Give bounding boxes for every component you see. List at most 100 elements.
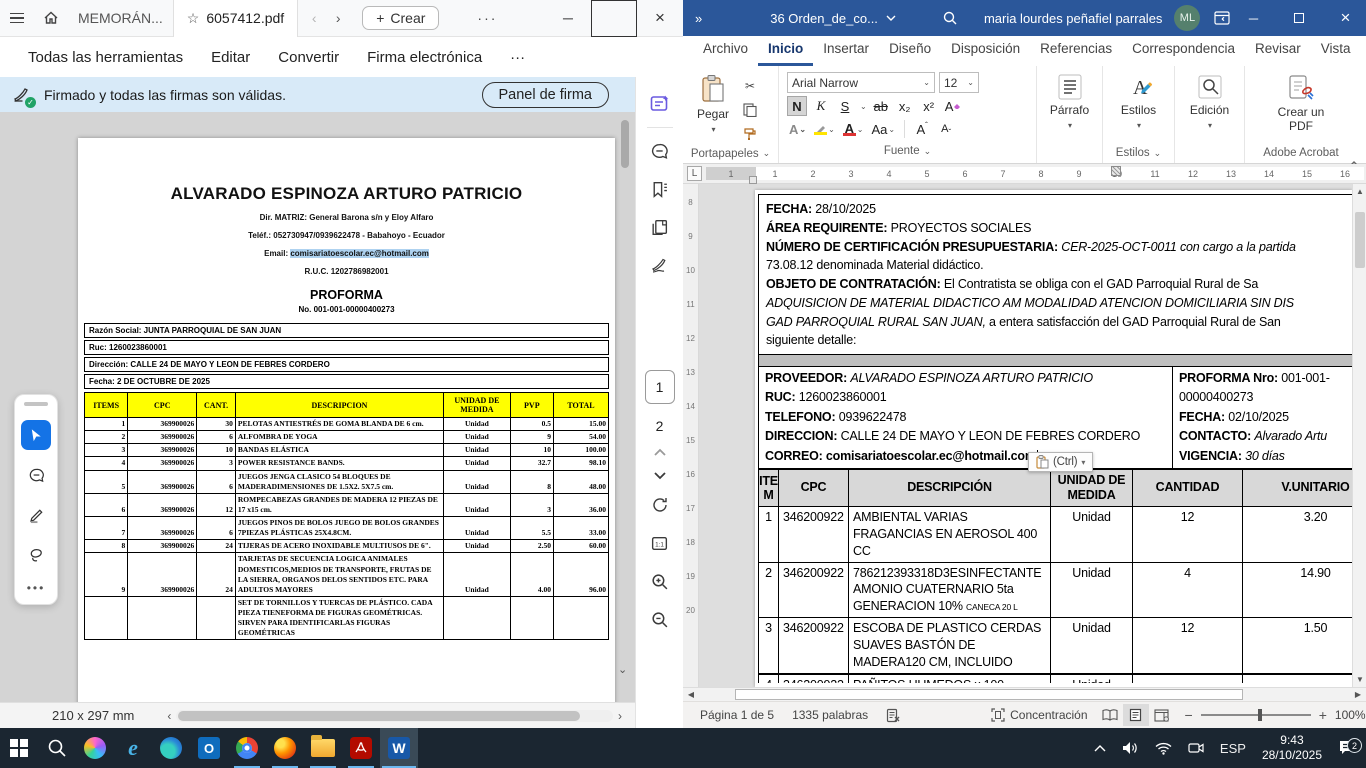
- font-color-button[interactable]: A⌄: [841, 119, 866, 139]
- paste-options-button[interactable]: (Ctrl) ▾: [1028, 452, 1093, 472]
- palette-more-icon[interactable]: •••: [27, 581, 46, 595]
- volume-icon[interactable]: [1114, 741, 1147, 755]
- pdf-scrollbar-thumb[interactable]: [621, 120, 629, 168]
- read-mode-icon[interactable]: [1097, 704, 1123, 726]
- styles-button[interactable]: A Estilos▾: [1113, 70, 1165, 132]
- underline-caret-icon[interactable]: ⌄: [860, 102, 867, 111]
- nav-back-icon[interactable]: ‹: [302, 10, 326, 26]
- wifi-icon[interactable]: [1147, 742, 1180, 755]
- tab-active-pdf[interactable]: ☆ 6057412.pdf: [173, 0, 298, 37]
- language-indicator[interactable]: ESP: [1212, 741, 1254, 756]
- word-ribbon-tab[interactable]: Inicio: [758, 36, 813, 66]
- word-doc-title[interactable]: 36 Orden_de_co...: [770, 11, 896, 26]
- word-ribbon-tab[interactable]: Archivo: [693, 36, 758, 66]
- acrobat-taskbar-button[interactable]: [342, 728, 380, 768]
- document-paragraphs[interactable]: FECHA: 28/10/2025ÁREA REQUIRENTE: PROYEC…: [758, 194, 1352, 355]
- strikethrough-button[interactable]: ab: [871, 96, 891, 116]
- edge-button[interactable]: [152, 728, 190, 768]
- word-ribbon-tab[interactable]: Vista: [1311, 36, 1361, 66]
- tab-stop-selector[interactable]: L: [687, 166, 702, 181]
- cut-icon[interactable]: ✂: [739, 76, 761, 96]
- acrobat-menu-item[interactable]: ···: [496, 49, 539, 66]
- print-layout-icon[interactable]: [1123, 704, 1149, 726]
- ribbon-display-options-icon[interactable]: [1214, 11, 1230, 25]
- draw-lasso-icon[interactable]: [21, 540, 51, 570]
- web-layout-icon[interactable]: [1149, 704, 1175, 726]
- zoom-level-label[interactable]: 100%: [1335, 708, 1366, 722]
- horizontal-ruler[interactable]: L 1 12345678910111213141516: [683, 164, 1366, 184]
- titlebar-more-icon[interactable]: ···: [477, 10, 497, 26]
- taskbar-search-button[interactable]: [38, 728, 76, 768]
- acrobat-maximize-button[interactable]: [591, 0, 637, 37]
- focus-mode-button[interactable]: Concentración: [982, 708, 1096, 722]
- next-page-icon[interactable]: [653, 471, 667, 480]
- word-horizontal-scrollbar[interactable]: ◀ ▶: [683, 687, 1366, 701]
- font-size-combobox[interactable]: 12⌄: [939, 72, 979, 93]
- copy-icon[interactable]: [739, 100, 761, 120]
- zoom-in-icon[interactable]: [643, 564, 677, 598]
- current-page-box[interactable]: 1: [645, 370, 675, 404]
- word-scrollbar-thumb[interactable]: [1355, 212, 1365, 268]
- star-icon[interactable]: ☆: [187, 10, 200, 27]
- home-icon[interactable]: [34, 0, 68, 37]
- chrome-button[interactable]: [228, 728, 266, 768]
- word-hscroll-left-icon[interactable]: ◀: [683, 690, 699, 699]
- rotate-page-icon[interactable]: [643, 488, 677, 522]
- meet-now-icon[interactable]: [1180, 741, 1212, 755]
- grow-font-button[interactable]: Aˆ: [912, 119, 932, 139]
- styles-dialog-launcher-icon[interactable]: ⌄: [1154, 148, 1162, 159]
- vertical-ruler[interactable]: 891011121314151617181920: [683, 184, 699, 687]
- word-count[interactable]: 1335 palabras: [783, 708, 877, 722]
- pdf-page[interactable]: ALVARADO ESPINOZA ARTURO PATRICIO Dir. M…: [78, 138, 615, 702]
- start-button[interactable]: [0, 728, 38, 768]
- palette-drag-handle[interactable]: [24, 402, 48, 406]
- account-name[interactable]: maria lourdes peñafiel parrales: [984, 11, 1162, 26]
- comments-panel-icon[interactable]: [643, 134, 677, 168]
- file-explorer-button[interactable]: [304, 728, 342, 768]
- superscript-button[interactable]: x²: [919, 96, 939, 116]
- panel-de-firma-button[interactable]: Panel de firma: [482, 82, 610, 108]
- zoom-slider-thumb[interactable]: [1258, 709, 1262, 721]
- editing-button[interactable]: Edición▾: [1184, 70, 1236, 132]
- search-icon[interactable]: [942, 10, 958, 26]
- paste-button[interactable]: Pegar▾: [687, 70, 739, 136]
- page-indicator[interactable]: Página 1 de 5: [691, 708, 783, 722]
- word-hscroll-right-icon[interactable]: ▶: [1350, 690, 1366, 699]
- clipboard-dialog-launcher-icon[interactable]: ⌄: [763, 148, 771, 159]
- word-ribbon-tab[interactable]: Revisar: [1245, 36, 1311, 66]
- underline-button[interactable]: S: [835, 96, 855, 116]
- word-ribbon-tab[interactable]: Ayuda: [1361, 36, 1366, 66]
- word-scroll-up-icon[interactable]: ▲: [1353, 184, 1366, 199]
- ai-assistant-icon[interactable]: [643, 87, 677, 121]
- zoom-in-button[interactable]: +: [1319, 707, 1327, 723]
- previous-page-icon[interactable]: [653, 448, 667, 457]
- acrobat-close-button[interactable]: ×: [637, 0, 683, 37]
- acrobat-menu-item[interactable]: Editar: [197, 49, 264, 66]
- word-page[interactable]: FECHA: 28/10/2025ÁREA REQUIRENTE: PROYEC…: [755, 190, 1352, 687]
- word-maximize-button[interactable]: [1276, 0, 1322, 36]
- tab-memorandum[interactable]: MEMORÁN...: [68, 10, 173, 26]
- internet-explorer-button[interactable]: e: [114, 728, 152, 768]
- page-2-label[interactable]: 2: [656, 418, 664, 434]
- outlook-button[interactable]: O: [190, 728, 228, 768]
- quick-access-overflow-icon[interactable]: »: [683, 11, 714, 26]
- word-vertical-scrollbar[interactable]: ▲ ▼: [1352, 184, 1366, 687]
- proofing-status-icon[interactable]: [877, 708, 910, 723]
- pdf-scroll-down-icon[interactable]: ⌄: [618, 663, 627, 676]
- shrink-font-button[interactable]: Aˇ: [936, 119, 956, 139]
- word-minimize-button[interactable]: ─: [1230, 0, 1276, 36]
- actual-size-icon[interactable]: 1:1: [643, 526, 677, 560]
- pdf-horizontal-scrollbar[interactable]: ‹ ›: [162, 709, 627, 723]
- acrobat-hamburger-menu-icon[interactable]: [0, 0, 34, 37]
- subscript-button[interactable]: x₂: [895, 96, 915, 116]
- word-ribbon-tab[interactable]: Insertar: [813, 36, 879, 66]
- format-painter-icon[interactable]: [739, 124, 761, 144]
- avatar[interactable]: ML: [1174, 5, 1200, 31]
- acrobat-menu-item[interactable]: Todas las herramientas: [14, 49, 197, 66]
- firefox-button[interactable]: [266, 728, 304, 768]
- nav-forward-icon[interactable]: ›: [326, 10, 350, 26]
- select-tool-button[interactable]: [21, 420, 51, 450]
- indent-marker[interactable]: [749, 176, 757, 184]
- acrobat-menu-item[interactable]: Convertir: [264, 49, 353, 66]
- crear-button[interactable]: +Crear: [362, 6, 439, 30]
